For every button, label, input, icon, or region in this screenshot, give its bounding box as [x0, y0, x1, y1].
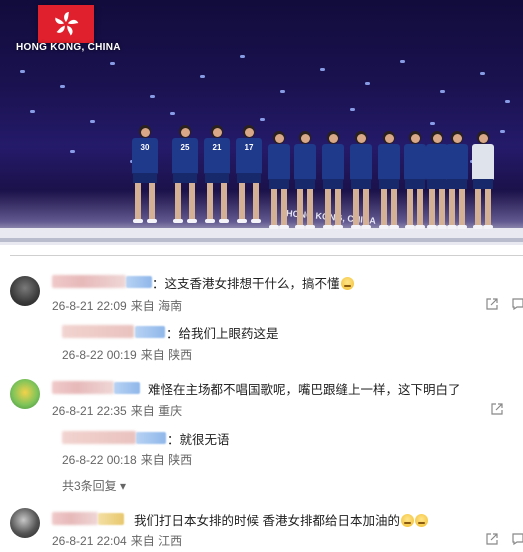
- smile-emoji-icon: [414, 514, 428, 527]
- stadium-light: [240, 55, 245, 58]
- vip-badge: [136, 432, 166, 444]
- comment-date: 26-8-21 22:35: [52, 404, 127, 418]
- comment-meta: 26-8-21 22:04 来自 江西: [52, 532, 186, 549]
- jersey-number: 30: [140, 143, 150, 152]
- comment-meta: 26-8-21 22:09 来自 海南: [52, 297, 186, 314]
- comment-location: 来自 重庆: [130, 404, 183, 418]
- stadium-light: [20, 70, 25, 73]
- stadium-light: [350, 108, 355, 111]
- reply-meta: 26-8-22 00:19 来自 陕西: [62, 346, 196, 363]
- flag-caption: HONG KONG, CHINA: [16, 42, 121, 53]
- reply-date: 26-8-22 00:19: [62, 348, 137, 362]
- sweat-emoji-icon: [400, 514, 414, 527]
- reply-meta: 26-8-22 00:18 来自 陕西: [62, 451, 196, 468]
- reply-text: ：给我们上眼药这是: [166, 327, 279, 341]
- vip-badge: [98, 513, 124, 525]
- avatar[interactable]: [10, 379, 40, 409]
- share-icon[interactable]: [490, 402, 504, 416]
- comment-text: 难怪在主场都不唱国歌呢，嘴巴跟缝上一样，这下明白了: [148, 383, 461, 397]
- comment-section: ：这支香港女排想干什么，搞不懂 26-8-21 22:09 来自 海南 ：给我们上…: [0, 245, 523, 552]
- jersey-number: 21: [212, 143, 222, 152]
- stadium-light: [170, 112, 175, 115]
- reply-username-blurred[interactable]: [62, 431, 136, 444]
- jersey-number: 17: [244, 143, 254, 152]
- stadium-light: [365, 82, 370, 85]
- stadium-light: [90, 120, 95, 123]
- view-more-replies-link[interactable]: 共3条回复 ▾: [62, 477, 126, 494]
- vip-badge: [135, 326, 165, 338]
- vip-badge: [126, 276, 152, 288]
- comment-text: ：这支香港女排想干什么，搞不懂: [152, 273, 354, 292]
- stadium-light: [320, 68, 325, 71]
- divider: [10, 255, 523, 256]
- reply-date: 26-8-22 00:18: [62, 453, 137, 467]
- team-photo: HONG KONG, CHINA HONG KONG, CHINA 30 25 21…: [0, 0, 523, 245]
- reply-username-blurred[interactable]: [62, 325, 134, 338]
- username-blurred[interactable]: [52, 275, 126, 288]
- reply-text: ：就很无语: [167, 433, 230, 447]
- sweat-emoji-icon: [340, 277, 354, 290]
- jersey-number: 25: [180, 143, 190, 152]
- stadium-light: [400, 60, 405, 63]
- court-floor-line: [0, 238, 523, 242]
- stadium-light: [60, 85, 65, 88]
- stadium-light: [280, 90, 285, 93]
- team-lineup: 30 25 21 17: [128, 125, 508, 235]
- stadium-light: [440, 90, 445, 93]
- stadium-light: [150, 95, 155, 98]
- share-icon[interactable]: [485, 532, 499, 546]
- stadium-light: [30, 110, 35, 113]
- stadium-light: [260, 118, 265, 121]
- stadium-light: [505, 100, 510, 103]
- share-icon[interactable]: [485, 297, 499, 311]
- comment-location: 来自 江西: [130, 534, 183, 548]
- comment-date: 26-8-21 22:04: [52, 534, 127, 548]
- hong-kong-flag: [38, 5, 94, 43]
- stadium-light: [110, 62, 115, 65]
- comment-date: 26-8-21 22:09: [52, 299, 127, 313]
- bauhinia-icon: [55, 12, 79, 36]
- reply-location: 来自 陕西: [140, 348, 193, 362]
- vip-badge: [114, 382, 140, 394]
- avatar[interactable]: [10, 276, 40, 306]
- comment-icon[interactable]: [511, 297, 523, 311]
- stadium-light: [480, 72, 485, 75]
- username-blurred[interactable]: [52, 512, 98, 525]
- stadium-light: [70, 150, 75, 153]
- comment-location: 来自 海南: [130, 299, 183, 313]
- comment-text: 我们打日本女排的时候 香港女排都给日本加油的: [134, 510, 428, 529]
- comment-icon[interactable]: [511, 532, 523, 546]
- comment-meta: 26-8-21 22:35 来自 重庆: [52, 402, 186, 419]
- stadium-light: [200, 75, 205, 78]
- chevron-down-icon: ▾: [120, 479, 127, 493]
- username-blurred[interactable]: [52, 381, 114, 394]
- reply-location: 来自 陕西: [140, 453, 193, 467]
- avatar[interactable]: [10, 508, 40, 538]
